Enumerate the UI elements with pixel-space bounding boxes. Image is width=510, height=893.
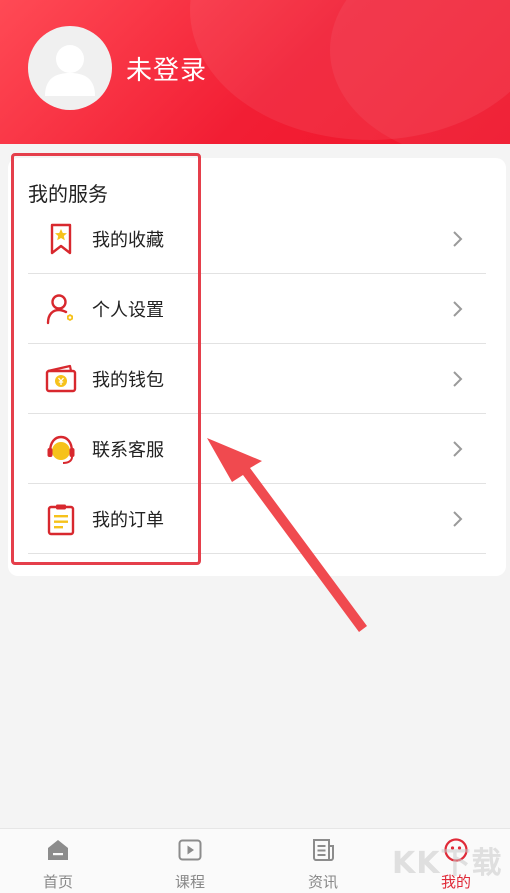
tab-courses[interactable]: 课程	[126, 829, 254, 893]
chevron-right-icon	[453, 511, 463, 527]
tab-label: 首页	[42, 873, 73, 891]
tab-news[interactable]: 资讯	[259, 829, 387, 893]
profile-header: 未登录	[0, 0, 510, 144]
home-icon	[48, 840, 68, 860]
highlight-box	[11, 153, 201, 565]
chevron-right-icon	[453, 301, 463, 317]
tab-label: 课程	[174, 873, 205, 891]
chevron-right-icon	[453, 371, 463, 387]
chevron-right-icon	[453, 231, 463, 247]
tab-label: 资讯	[307, 873, 338, 891]
tab-home[interactable]: 首页	[0, 829, 122, 893]
chevron-right-icon	[453, 441, 463, 457]
watermark: KK下载	[392, 846, 503, 881]
news-icon	[313, 839, 334, 861]
play-icon	[178, 839, 202, 861]
login-status[interactable]: 未登录	[126, 50, 207, 87]
avatar[interactable]	[28, 26, 112, 110]
